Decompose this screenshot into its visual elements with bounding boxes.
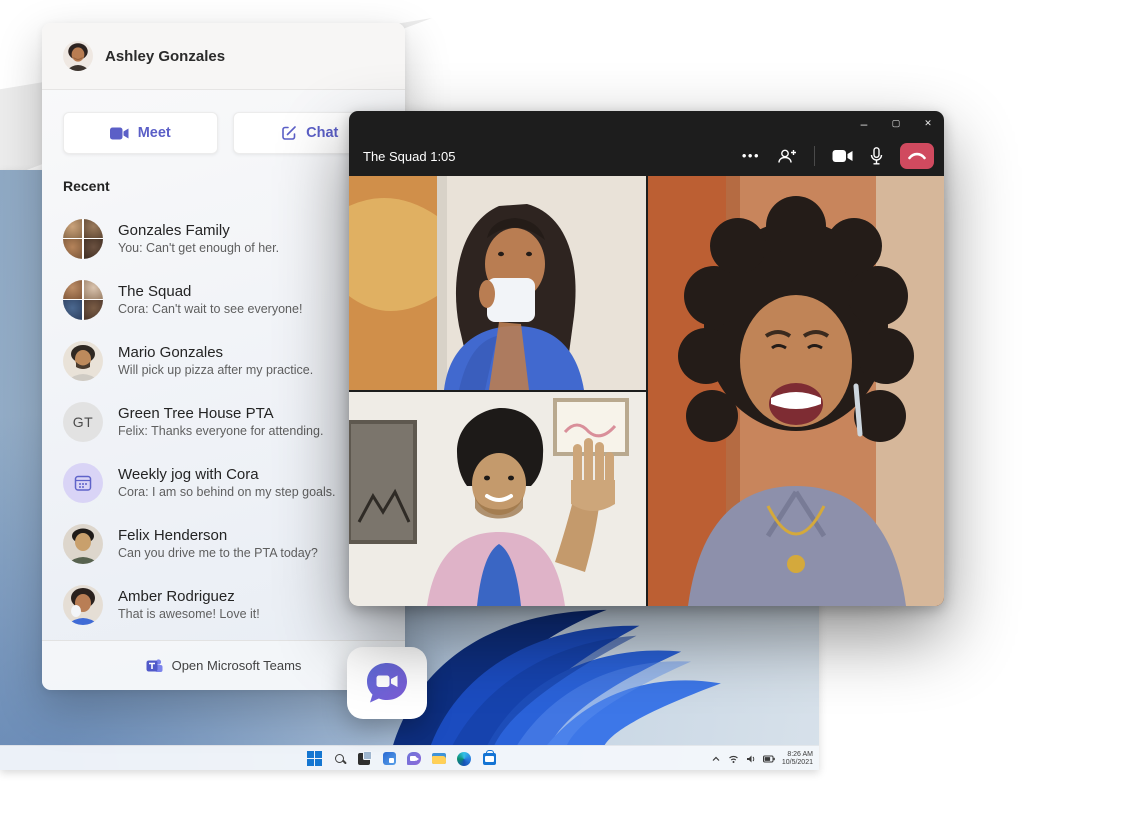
- hang-up-icon: [908, 152, 926, 160]
- edge-icon[interactable]: [456, 751, 472, 767]
- conversation-preview: Will pick up pizza after my practice.: [118, 362, 313, 379]
- clock-date: 10/5/2021: [782, 759, 813, 767]
- clock-time: 8:26 AM: [782, 751, 813, 759]
- meet-button-label: Meet: [138, 125, 171, 141]
- chat-taskbar-flyout-icon[interactable]: [347, 647, 427, 719]
- chat-button-label: Chat: [306, 125, 338, 141]
- more-options-icon[interactable]: •••: [742, 151, 760, 161]
- taskbar: 8:26 AM 10/5/2021: [0, 745, 819, 770]
- conversation-preview: Cora: I am so behind on my step goals.: [118, 484, 335, 501]
- add-people-icon[interactable]: [777, 148, 797, 164]
- divider: [814, 146, 815, 166]
- teams-logo-icon: [146, 658, 163, 674]
- windows-bloom-flower: [392, 596, 722, 745]
- microphone-icon[interactable]: [870, 147, 883, 165]
- group-avatar: [63, 219, 103, 259]
- task-view-icon[interactable]: [356, 751, 372, 767]
- photo-avatar: [63, 585, 103, 625]
- group-avatar: [63, 280, 103, 320]
- video-grid: [349, 176, 944, 606]
- meet-button[interactable]: Meet: [63, 112, 218, 154]
- conversation-title: Weekly jog with Cora: [118, 465, 335, 484]
- start-icon[interactable]: [306, 751, 322, 767]
- battery-icon[interactable]: [763, 754, 775, 764]
- call-title: The Squad 1:05: [363, 149, 742, 164]
- volume-icon[interactable]: [746, 754, 756, 764]
- system-tray: 8:26 AM 10/5/2021: [711, 746, 813, 770]
- file-explorer-icon[interactable]: [431, 751, 447, 767]
- avatar: [63, 41, 93, 71]
- conversation-title: The Squad: [118, 282, 302, 301]
- conversation-preview: You: Can't get enough of her.: [118, 240, 279, 257]
- video-camera-icon: [110, 127, 129, 140]
- hang-up-button[interactable]: [900, 143, 934, 169]
- chevron-up-icon[interactable]: [711, 754, 721, 764]
- conversation-title: Amber Rodriguez: [118, 587, 260, 606]
- calendar-icon: [63, 463, 103, 503]
- conversation-preview: That is awesome! Love it!: [118, 606, 260, 623]
- camera-icon[interactable]: [832, 149, 853, 163]
- call-window: – ▢ ✕ The Squad 1:05 •••: [349, 111, 944, 606]
- conversation-preview: Can you drive me to the PTA today?: [118, 545, 318, 562]
- photo-avatar: [63, 341, 103, 381]
- conversation-preview: Felix: Thanks everyone for attending.: [118, 423, 323, 440]
- chat-flyout-header: Ashley Gonzales: [42, 23, 405, 90]
- recent-heading: Recent: [63, 178, 110, 194]
- taskbar-icon-row: [306, 746, 497, 770]
- window-caption-bar: – ▢ ✕: [349, 111, 944, 136]
- search-icon[interactable]: [331, 751, 347, 767]
- conversation-title: Felix Henderson: [118, 526, 318, 545]
- minimize-button[interactable]: –: [848, 111, 880, 136]
- photo-avatar: [63, 524, 103, 564]
- participant-video-woman-laughing: [648, 176, 944, 606]
- participant-video-man-waving: [349, 392, 646, 606]
- open-teams-label: Open Microsoft Teams: [172, 658, 302, 673]
- conversation-preview: Cora: Can't wait to see everyone!: [118, 301, 302, 318]
- maximize-button[interactable]: ▢: [880, 111, 912, 136]
- video-column-left: [349, 176, 646, 606]
- conversation-title: Gonzales Family: [118, 221, 279, 240]
- quick-actions: Meet Chat: [63, 112, 387, 154]
- chat-icon[interactable]: [406, 751, 422, 767]
- conversation-title: Mario Gonzales: [118, 343, 313, 362]
- wifi-icon[interactable]: [728, 754, 739, 764]
- page-background: 8:26 AM 10/5/2021 Ashley Gonzales Meet C…: [0, 0, 1132, 816]
- conversation-title: Green Tree House PTA: [118, 404, 323, 423]
- call-control-bar: The Squad 1:05 •••: [349, 136, 944, 176]
- participant-video-woman-with-mug: [349, 176, 646, 390]
- user-name: Ashley Gonzales: [105, 48, 225, 65]
- call-controls: •••: [742, 143, 934, 169]
- widgets-icon[interactable]: [381, 751, 397, 767]
- compose-icon: [281, 125, 297, 141]
- close-button[interactable]: ✕: [912, 111, 944, 136]
- initials-avatar: GT: [63, 402, 103, 442]
- store-icon[interactable]: [481, 751, 497, 767]
- taskbar-clock[interactable]: 8:26 AM 10/5/2021: [782, 751, 813, 767]
- chat-video-bubble-icon: [363, 660, 411, 706]
